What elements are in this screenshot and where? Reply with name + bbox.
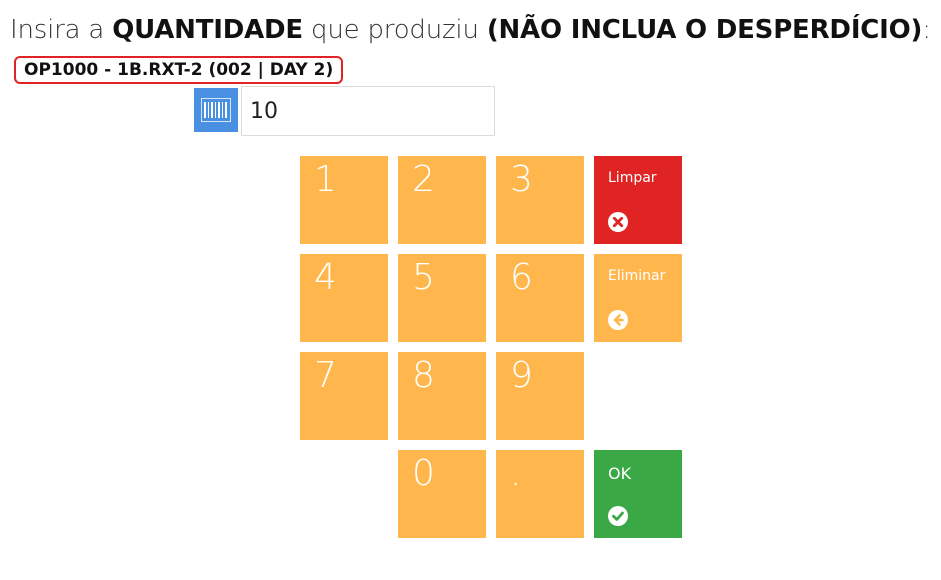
key-digit: 2 — [412, 159, 435, 200]
title-quantity-word: QUANTIDADE — [112, 15, 303, 45]
ok-button[interactable]: OK — [594, 450, 682, 538]
quantity-entry-screen: Insira a QUANTIDADE que produziu (NÃO IN… — [0, 0, 941, 580]
clear-label: Limpar — [608, 170, 657, 186]
key-5[interactable]: 5 — [398, 254, 486, 342]
title-middle: que produziu — [302, 15, 487, 45]
page-title: Insira a QUANTIDADE que produziu (NÃO IN… — [10, 15, 931, 45]
key-6[interactable]: 6 — [496, 254, 584, 342]
barcode-icon — [201, 98, 231, 122]
key-digit: 4 — [314, 257, 337, 298]
check-circle-icon — [608, 506, 628, 526]
key-2[interactable]: 2 — [398, 156, 486, 244]
key-digit: . — [510, 453, 522, 494]
key-0[interactable]: 0 — [398, 450, 486, 538]
key-digit: 0 — [412, 453, 435, 494]
key-9[interactable]: 9 — [496, 352, 584, 440]
arrow-left-circle-icon — [608, 310, 628, 330]
key-digit: 7 — [314, 355, 337, 396]
key-3[interactable]: 3 — [496, 156, 584, 244]
key-8[interactable]: 8 — [398, 352, 486, 440]
key-1[interactable]: 1 — [300, 156, 388, 244]
key-digit: 6 — [510, 257, 533, 298]
order-badge: OP1000 - 1B.RXT-2 (002 | DAY 2) — [14, 56, 344, 84]
delete-label: Eliminar — [608, 268, 666, 284]
key-digit: 1 — [314, 159, 337, 200]
title-prefix: Insira a — [10, 15, 113, 45]
key-digit: 9 — [510, 355, 533, 396]
key-decimal[interactable]: . — [496, 450, 584, 538]
key-digit: 8 — [412, 355, 435, 396]
key-4[interactable]: 4 — [300, 254, 388, 342]
times-circle-icon — [608, 212, 628, 232]
title-suffix: : — [922, 15, 931, 45]
delete-button[interactable]: Eliminar — [594, 254, 682, 342]
key-7[interactable]: 7 — [300, 352, 388, 440]
quantity-input[interactable] — [241, 86, 495, 136]
key-digit: 5 — [412, 257, 435, 298]
ok-label: OK — [608, 464, 632, 483]
key-digit: 3 — [510, 159, 533, 200]
barcode-button[interactable] — [194, 88, 238, 132]
title-exclusion-note: (NÃO INCLUA O DESPERDÍCIO) — [486, 15, 923, 45]
clear-button[interactable]: Limpar — [594, 156, 682, 244]
